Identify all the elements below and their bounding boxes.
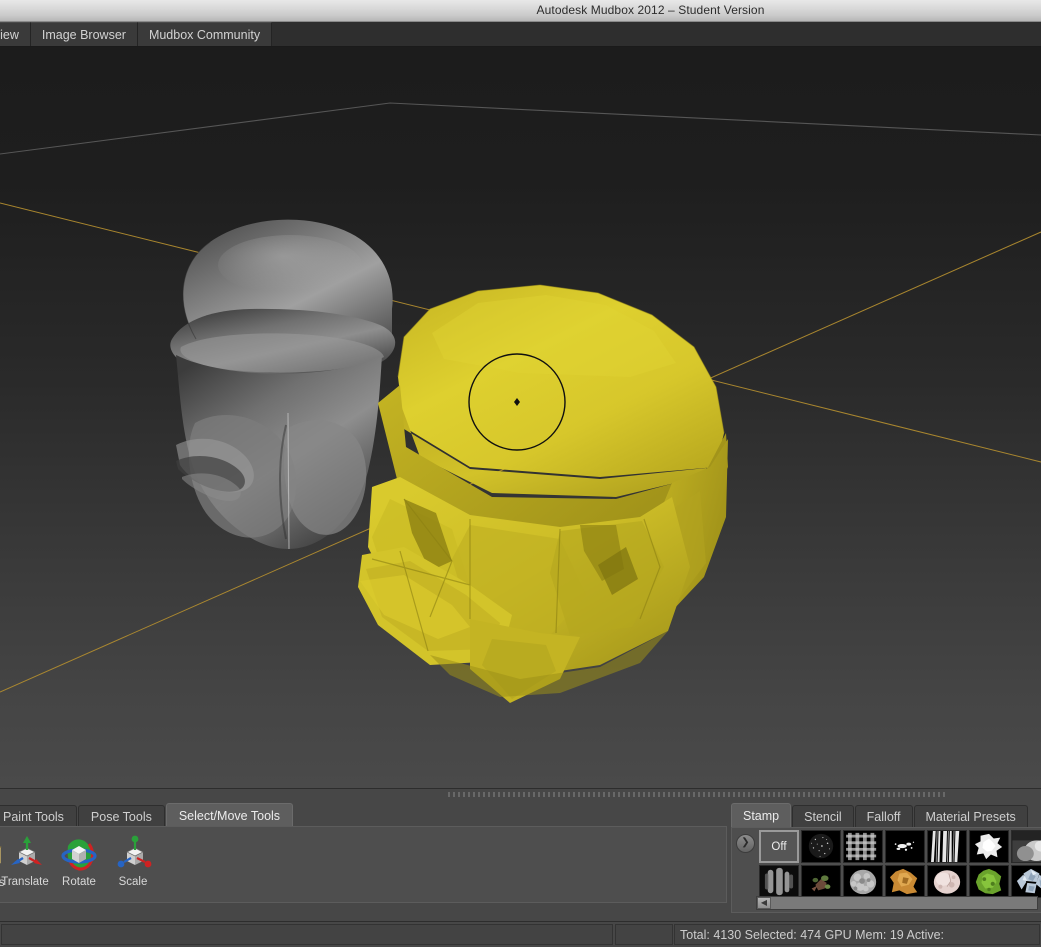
menu-item-image-browser[interactable]: Image Browser: [30, 22, 138, 46]
stamp-item-off[interactable]: Off: [759, 830, 799, 863]
bottom-tool-tray: Paint Tools Pose Tools Select/Move Tools…: [0, 788, 1041, 921]
title-bar: Autodesk Mudbox 2012 – Student Version: [0, 0, 1041, 22]
stamp-item-blue-crystal[interactable]: [1011, 865, 1041, 898]
scroll-left-arrow-icon[interactable]: ◀: [757, 897, 771, 909]
tool-label-scale: Scale: [118, 876, 148, 888]
tab-material-presets[interactable]: Material Presets: [913, 805, 1028, 827]
tab-stencil[interactable]: Stencil: [792, 805, 854, 827]
tool-button-translate[interactable]: Translate: [0, 830, 52, 900]
tool-tab-strip: Paint Tools Pose Tools Select/Move Tools: [0, 803, 727, 827]
viewport-3d[interactable]: [0, 47, 1041, 788]
stamp-item-grid-weave[interactable]: [843, 830, 883, 863]
stamp-item-noise-speckle[interactable]: [801, 830, 841, 863]
stamp-item-streaks[interactable]: [927, 830, 967, 863]
tool-button-rotate[interactable]: Rotate: [52, 830, 106, 900]
stamp-thumbnail-grid: Off: [759, 830, 1041, 898]
scale-axis-icon: [117, 835, 152, 868]
mudbox-application-window: Autodesk Mudbox 2012 – Student Version V…: [0, 0, 1041, 947]
stamp-item-soft-blob[interactable]: [1011, 830, 1041, 863]
viewport-canvas: [0, 102, 1041, 703]
stamp-item-gray-rocks[interactable]: [843, 865, 883, 898]
stamp-item-cloud-burst[interactable]: [969, 830, 1009, 863]
window-title: Autodesk Mudbox 2012 – Student Version: [536, 3, 765, 17]
status-statistics-text: Total: 4130 Selected: 474 GPU Mem: 19 Ac…: [674, 924, 1040, 945]
tab-falloff[interactable]: Falloff: [854, 805, 913, 827]
tab-paint-tools[interactable]: Paint Tools: [0, 805, 77, 827]
stamp-item-green-moss[interactable]: [969, 865, 1009, 898]
stamp-grid-wrapper: Off: [759, 830, 1041, 898]
stamp-panel: Stamp Stencil Falloff Material Presets ❯…: [731, 803, 1041, 915]
tray-resize-gripper[interactable]: [448, 792, 948, 797]
status-command-field[interactable]: [1, 924, 613, 945]
status-bar: Total: 4130 Selected: 474 GPU Mem: 19 Ac…: [0, 921, 1041, 947]
stamp-item-orange-crumple[interactable]: [885, 865, 925, 898]
stamp-item-splatter[interactable]: [885, 830, 925, 863]
stamp-item-leaf-sprig[interactable]: [801, 865, 841, 898]
mesh-head-gray: [170, 219, 396, 550]
stamp-tab-strip: Stamp Stencil Falloff Material Presets: [731, 803, 1041, 827]
menu-bar-filler: [272, 22, 1041, 46]
menu-item-view[interactable]: View: [0, 22, 31, 46]
stamp-body: ❯ Off ◀: [731, 827, 1041, 913]
stamp-item-vertical-blur[interactable]: [759, 865, 799, 898]
tab-stamp[interactable]: Stamp: [731, 803, 792, 827]
chevron-right-icon[interactable]: ❯: [736, 834, 755, 853]
menu-item-mudbox-community[interactable]: Mudbox Community: [137, 22, 273, 46]
tool-label-translate: Translate: [1, 876, 49, 888]
tool-button-panel: Objects Translate: [0, 826, 727, 903]
rotate-gimbal-icon: [61, 839, 97, 871]
translate-axis-icon: [11, 836, 42, 865]
mesh-head-yellow: [358, 284, 728, 703]
stamp-horizontal-scrollbar[interactable]: ◀: [756, 896, 1038, 910]
status-secondary-field[interactable]: [615, 924, 673, 945]
tool-label-rotate: Rotate: [62, 876, 96, 888]
menu-bar: View Image Browser Mudbox Community: [0, 22, 1041, 47]
tab-select-move-tools[interactable]: Select/Move Tools: [165, 803, 294, 827]
tab-pose-tools[interactable]: Pose Tools: [77, 805, 165, 827]
stamp-item-pink-stone[interactable]: [927, 865, 967, 898]
tool-button-scale[interactable]: Scale: [106, 830, 160, 900]
